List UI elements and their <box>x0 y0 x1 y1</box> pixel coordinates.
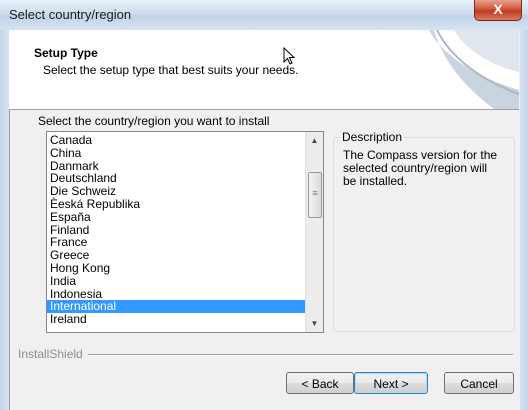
setup-dialog: Select country/region X Setup Type Selec… <box>0 0 528 410</box>
list-item[interactable]: India <box>47 274 305 288</box>
list-item[interactable]: Canada <box>47 134 305 147</box>
description-text: The Compass version for the selected cou… <box>343 148 498 188</box>
window-title: Select country/region <box>9 7 132 22</box>
window-frame-right <box>519 30 528 410</box>
description-legend: Description <box>340 130 405 144</box>
header-band: Setup Type Select the setup type that be… <box>9 30 519 110</box>
scroll-up-icon[interactable]: ▲ <box>306 132 323 149</box>
header-swoosh-graphic <box>429 30 519 109</box>
list-item[interactable]: Èeská Republika <box>47 198 305 211</box>
country-list-items: Canada China Danmark Deutschland Die Schweiz… <box>47 134 305 326</box>
window-frame-left <box>0 30 9 410</box>
title-bar[interactable]: Select country/region X <box>0 0 528 31</box>
scroll-thumb[interactable]: ≡ <box>308 172 322 218</box>
cancel-button[interactable]: Cancel <box>444 372 514 394</box>
back-button[interactable]: < Back <box>286 372 354 394</box>
list-item[interactable]: China <box>47 146 305 160</box>
list-item[interactable]: Hong Kong <box>47 262 305 275</box>
close-button[interactable]: X <box>474 0 522 21</box>
list-item[interactable]: España <box>47 210 305 224</box>
country-listbox[interactable]: Canada China Danmark Deutschland Die Schweiz… <box>46 131 324 333</box>
description-group: Description The Compass version for the … <box>333 130 515 332</box>
installshield-label: InstallShield <box>18 347 83 361</box>
vertical-scrollbar[interactable]: ▲ ≡ ▼ <box>305 132 323 332</box>
mouse-pointer-icon <box>283 46 296 68</box>
close-icon: X <box>493 1 503 17</box>
page-subtitle: Select the setup type that best suits yo… <box>43 63 299 77</box>
list-item[interactable]: Ireland <box>47 313 305 326</box>
scroll-down-icon[interactable]: ▼ <box>306 315 323 332</box>
page-title: Setup Type <box>34 46 98 60</box>
installshield-divider <box>88 354 513 356</box>
next-button[interactable]: Next > <box>354 372 428 394</box>
country-list-label: Select the country/region you want to in… <box>38 114 270 128</box>
